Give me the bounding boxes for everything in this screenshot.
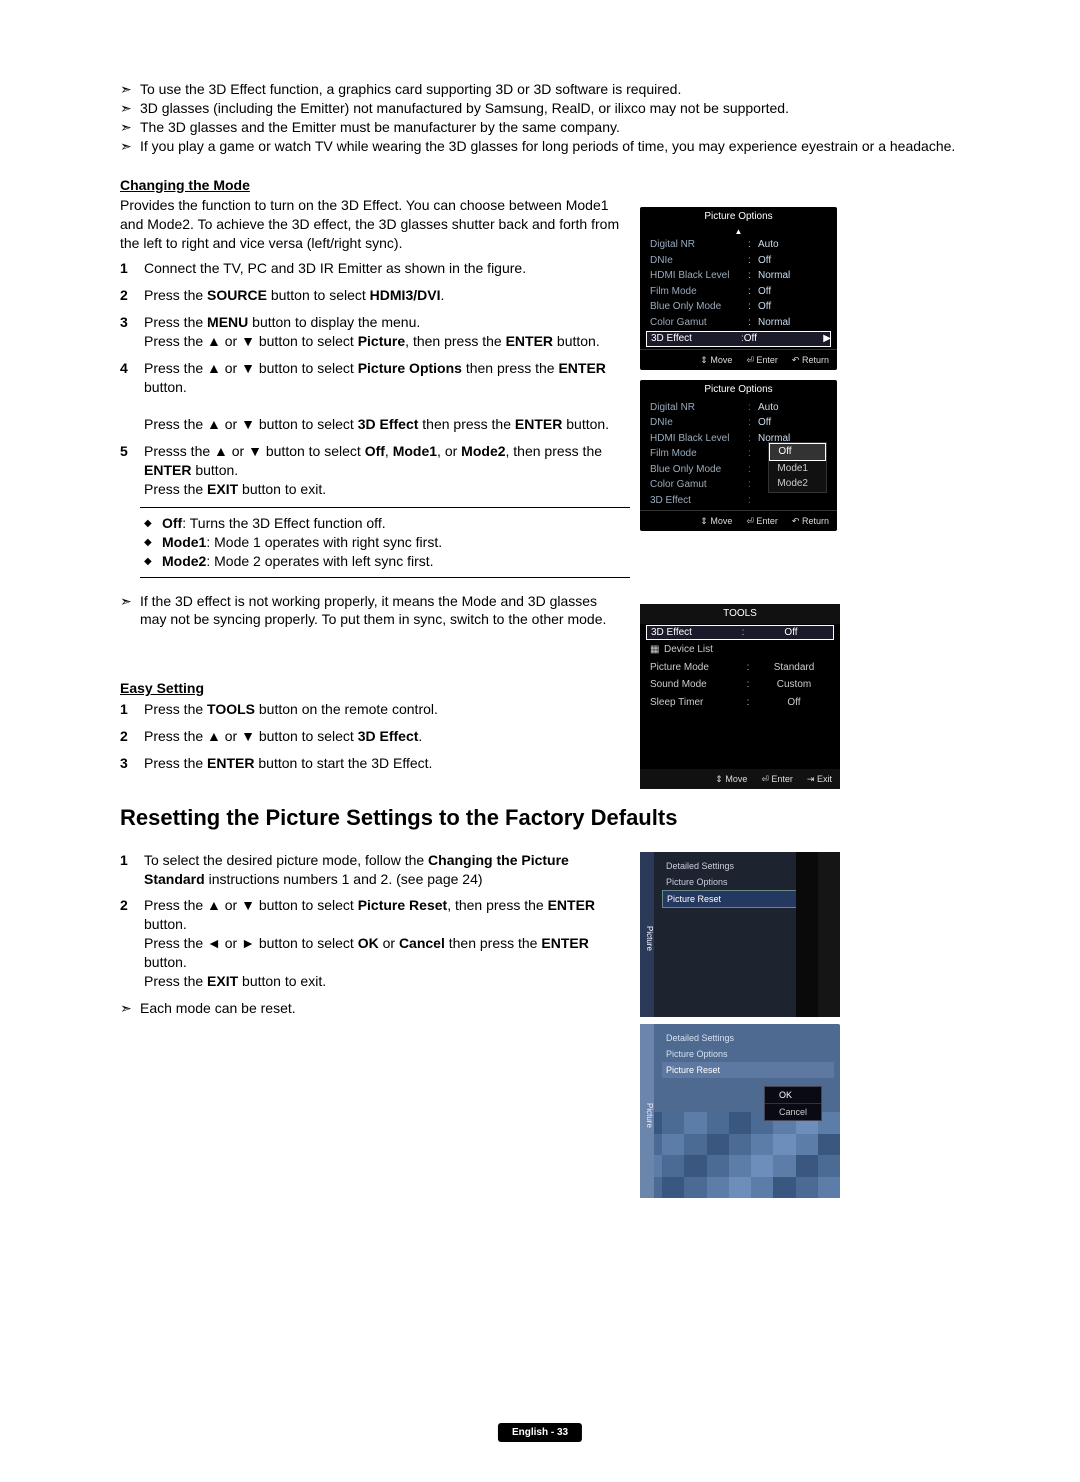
osd3-highlight[interactable]: 3D Effect : Off <box>646 625 834 641</box>
osd3-picture-mode[interactable]: Picture Mode:Standard <box>640 659 840 677</box>
osd3-sleep-timer[interactable]: Sleep Timer:Off <box>640 694 840 712</box>
osd2-popup[interactable]: OffMode1Mode2 <box>768 442 827 493</box>
step: 1Connect the TV, PC and 3D IR Emitter as… <box>120 259 620 278</box>
step-number: 1 <box>120 259 144 278</box>
heading-resetting: Resetting the Picture Settings to the Fa… <box>120 803 1040 833</box>
step: 2Press the ▲ or ▼ button to select 3D Ef… <box>120 727 620 746</box>
osd5-popup[interactable]: OK Cancel <box>764 1086 822 1121</box>
section-title-easy-setting: Easy Setting <box>120 679 1040 698</box>
changing-mode-steps: 1Connect the TV, PC and 3D IR Emitter as… <box>120 259 620 499</box>
popup-item[interactable]: Mode1 <box>769 461 826 477</box>
osd5-checker <box>640 1112 840 1198</box>
step-body: Press the TOOLS button on the remote con… <box>144 700 620 719</box>
osd1-highlight-value: Off <box>744 332 757 346</box>
popup-item[interactable]: Mode2 <box>769 476 826 492</box>
popup-item[interactable]: Off <box>769 443 826 461</box>
osd-picture-reset-confirm: Picture Detailed Settings Picture Option… <box>640 1024 840 1198</box>
step-body: Press the MENU button to display the men… <box>144 313 620 351</box>
step: 2Press the ▲ or ▼ button to select Pictu… <box>120 896 630 990</box>
scroll-up-icon: ▲ <box>640 227 837 238</box>
note-item: The 3D glasses and the Emitter must be m… <box>120 118 1080 137</box>
arrow-right-icon: ▶ <box>823 332 831 346</box>
step-body: Presss the ▲ or ▼ button to select Off, … <box>144 442 620 499</box>
step: 5Presss the ▲ or ▼ button to select Off,… <box>120 442 620 499</box>
osd2-title: Picture Options <box>640 380 837 400</box>
osd2-footer: ⇕ Move ⏎ Enter ↶ Return <box>640 510 837 531</box>
osd-row[interactable]: DNIe: Off <box>640 253 837 269</box>
step-body: To select the desired picture mode, foll… <box>144 851 630 889</box>
step: 4Press the ▲ or ▼ button to select Pictu… <box>120 359 620 435</box>
osd1-highlight-label: 3D Effect <box>651 332 741 346</box>
step: 1To select the desired picture mode, fol… <box>120 851 630 889</box>
note-item: If you play a game or watch TV while wea… <box>120 137 1080 156</box>
option-item: Mode1: Mode 1 operates with right sync f… <box>144 533 624 552</box>
osd-row[interactable]: Blue Only Mode: Off <box>640 299 837 315</box>
osd-picture-options-2: Picture Options Digital NR: AutoDNIe: Of… <box>640 380 837 531</box>
osd-row[interactable]: DNIe: Off <box>640 415 837 431</box>
osd5-row[interactable]: Picture Options <box>662 1046 834 1062</box>
osd3-title: TOOLS <box>640 604 840 624</box>
step: 3Press the ENTER button to start the 3D … <box>120 754 620 773</box>
note-item: To use the 3D Effect function, a graphic… <box>120 80 1080 99</box>
step-number: 5 <box>120 442 144 499</box>
step: 1Press the TOOLS button on the remote co… <box>120 700 620 719</box>
step-number: 1 <box>120 700 144 719</box>
osd-row[interactable]: Digital NR: Auto <box>640 237 837 253</box>
step-body: Press the ▲ or ▼ button to select 3D Eff… <box>144 727 620 746</box>
osd-tools: TOOLS 3D Effect : Off ▦ Device List Pict… <box>640 604 840 789</box>
osd-row[interactable]: Film Mode: Off <box>640 284 837 300</box>
osd-row[interactable]: HDMI Black Level: Normal <box>640 268 837 284</box>
mode-options-list: Off: Turns the 3D Effect function off.Mo… <box>144 514 624 571</box>
divider <box>140 577 630 578</box>
osd3-sound-mode[interactable]: Sound Mode:Custom <box>640 676 840 694</box>
osd-picture-options-1: Picture Options ▲ Digital NR: AutoDNIe: … <box>640 207 837 370</box>
step-number: 2 <box>120 286 144 305</box>
osd-row[interactable]: 3D Effect: <box>640 493 837 509</box>
osd1-title: Picture Options <box>640 207 837 227</box>
section-title-changing-mode: Changing the Mode <box>120 176 1040 195</box>
osd5-row[interactable]: Detailed Settings <box>662 1030 834 1046</box>
step-body: Press the SOURCE button to select HDMI3/… <box>144 286 620 305</box>
step-body: Press the ▲ or ▼ button to select Pictur… <box>144 896 630 990</box>
step-number: 4 <box>120 359 144 435</box>
step: 2Press the SOURCE button to select HDMI3… <box>120 286 620 305</box>
osd1-footer: ⇕ Move ⏎ Enter ↶ Return <box>640 349 837 370</box>
step-body: Connect the TV, PC and 3D IR Emitter as … <box>144 259 620 278</box>
osd4-sidebar: Picture <box>640 852 654 1017</box>
anynet-icon: ▦ <box>650 643 664 657</box>
osd3-device-list[interactable]: ▦ Device List <box>640 641 840 659</box>
osd-row[interactable]: Digital NR: Auto <box>640 400 837 416</box>
option-item: Off: Turns the 3D Effect function off. <box>144 514 624 533</box>
osd5-sidebar: Picture <box>640 1024 654 1198</box>
sync-note: If the 3D effect is not working properly… <box>120 592 620 630</box>
osd-row[interactable]: Color Gamut: Normal <box>640 315 837 331</box>
step-number: 3 <box>120 313 144 351</box>
step-number: 2 <box>120 896 144 990</box>
note-item: 3D glasses (including the Emitter) not m… <box>120 99 1080 118</box>
changing-mode-desc: Provides the function to turn on the 3D … <box>120 196 620 253</box>
option-item: Mode2: Mode 2 operates with left sync fi… <box>144 552 624 571</box>
osd1-highlight-row[interactable]: 3D Effect : Off ▶ <box>646 331 831 347</box>
cancel-button[interactable]: Cancel <box>765 1104 821 1120</box>
reset-note: Each mode can be reset. <box>120 999 620 1018</box>
resetting-steps: 1To select the desired picture mode, fol… <box>120 851 630 991</box>
ok-button[interactable]: OK <box>765 1087 821 1104</box>
intro-notes: To use the 3D Effect function, a graphic… <box>120 80 1080 156</box>
step: 3Press the MENU button to display the me… <box>120 313 620 351</box>
osd4-checker <box>796 852 840 1017</box>
page-footer: English - 33 <box>498 1423 582 1443</box>
easy-setting-steps: 1Press the TOOLS button on the remote co… <box>120 700 620 773</box>
osd5-row-selected[interactable]: Picture Reset <box>662 1062 834 1078</box>
divider <box>140 507 630 508</box>
osd3-footer: ⇕ Move ⏎ Enter ⇥ Exit <box>640 769 840 789</box>
step-number: 1 <box>120 851 144 889</box>
step-number: 2 <box>120 727 144 746</box>
step-body: Press the ENTER button to start the 3D E… <box>144 754 620 773</box>
step-number: 3 <box>120 754 144 773</box>
osd-picture-reset-menu: Picture Detailed Settings Picture Option… <box>640 852 840 1017</box>
step-body: Press the ▲ or ▼ button to select Pictur… <box>144 359 620 435</box>
